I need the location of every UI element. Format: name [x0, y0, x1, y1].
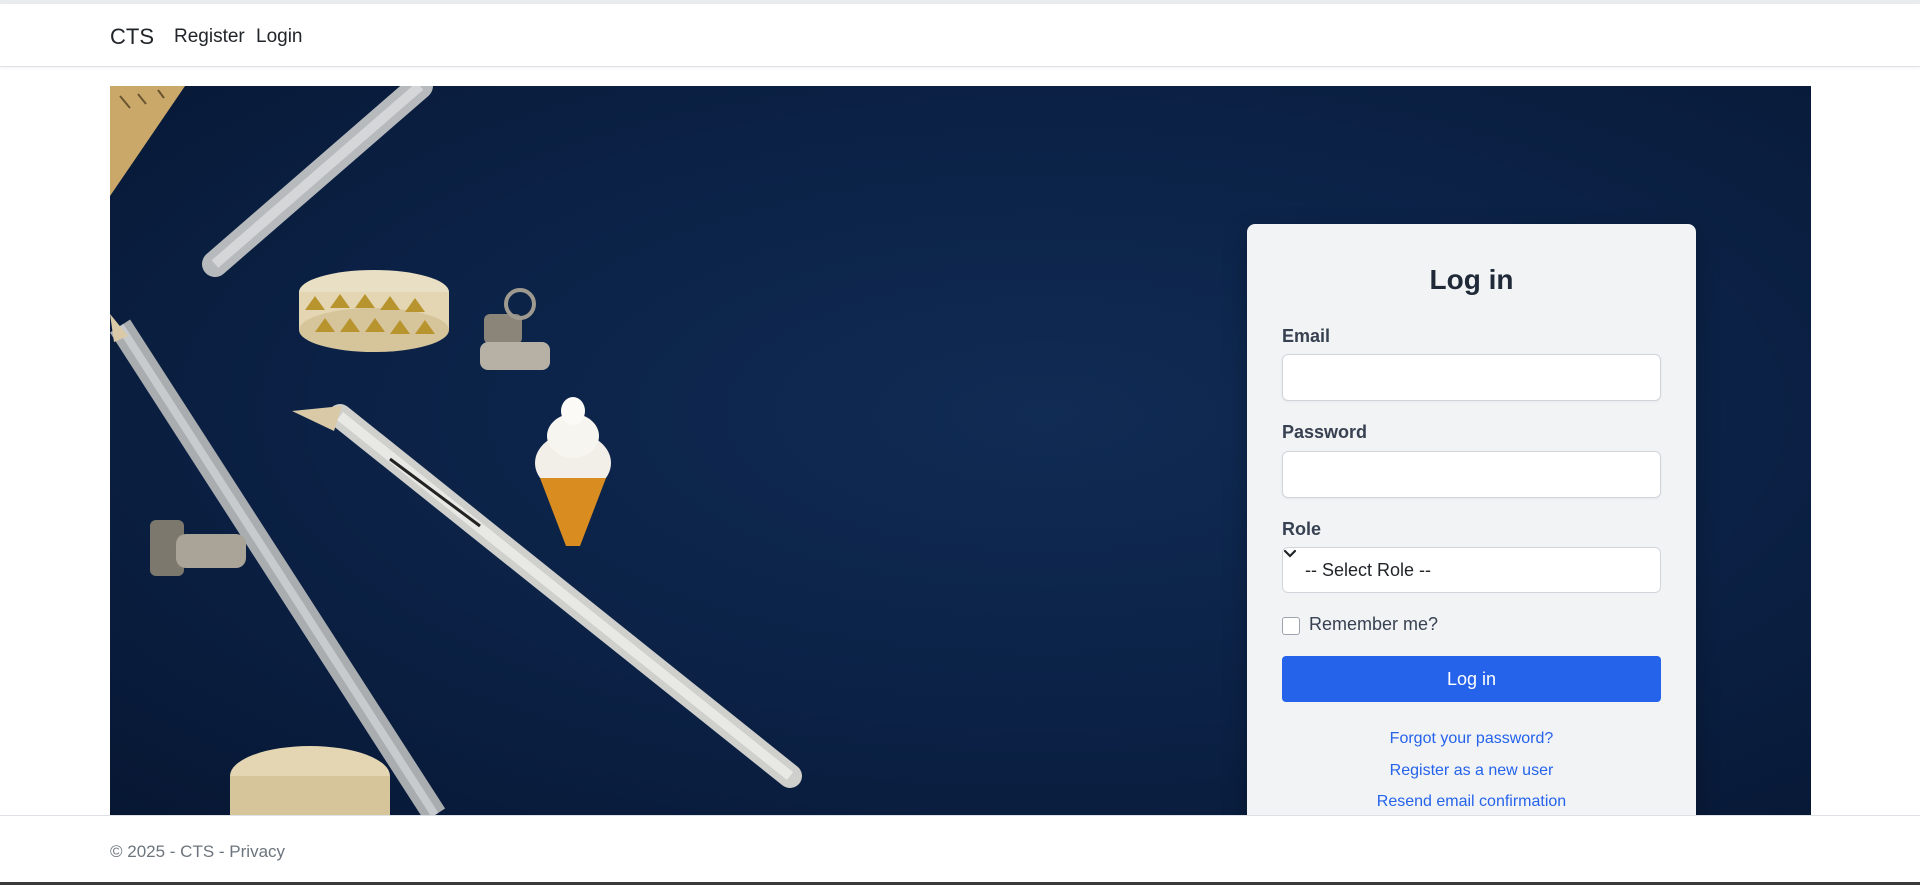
resend-confirmation-link[interactable]: Resend email confirmation — [1247, 793, 1696, 811]
register-link[interactable]: Register as a new user — [1247, 762, 1696, 780]
nav-login-link[interactable]: Login — [256, 26, 303, 48]
email-field[interactable] — [1282, 354, 1661, 401]
nav-register-link[interactable]: Register — [174, 26, 245, 48]
footer-text: © 2025 - CTS - Privacy — [110, 842, 285, 862]
login-card: Log in Email Password Role -- Select Rol… — [1247, 224, 1696, 815]
remember-me-checkbox[interactable] — [1282, 617, 1300, 635]
role-label: Role — [1282, 519, 1322, 539]
remember-me-label: Remember me? — [1309, 614, 1439, 634]
role-select[interactable]: -- Select Role -- — [1282, 547, 1661, 593]
brand-link[interactable]: CTS — [110, 24, 154, 50]
footer: © 2025 - CTS - Privacy — [0, 815, 1920, 885]
password-label: Password — [1282, 422, 1368, 442]
hero-banner: Log in Email Password Role -- Select Rol… — [110, 86, 1811, 815]
password-field[interactable] — [1282, 451, 1661, 498]
privacy-link[interactable]: Privacy — [229, 842, 285, 861]
page-title: Log in — [1429, 264, 1514, 295]
role-select-value: -- Select Role -- — [1305, 560, 1432, 580]
chevron-down-icon — [1283, 549, 1297, 558]
email-label: Email — [1282, 326, 1331, 346]
login-button[interactable]: Log in — [1282, 656, 1661, 702]
copyright-text: © 2025 - CTS - — [110, 842, 230, 861]
navbar: CTS Register Login — [0, 4, 1920, 67]
forgot-password-link[interactable]: Forgot your password? — [1247, 730, 1696, 748]
